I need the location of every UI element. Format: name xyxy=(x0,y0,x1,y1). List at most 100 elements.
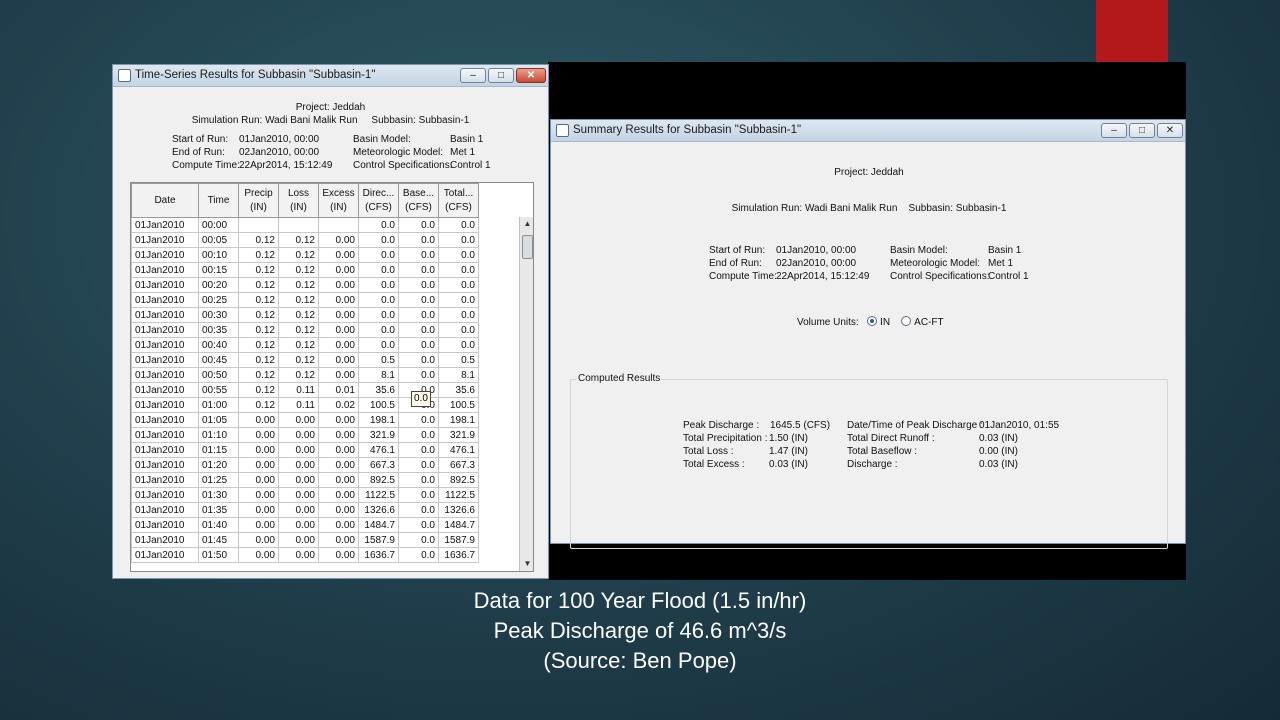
table-cell[interactable]: 0.12 xyxy=(278,277,319,293)
table-cell[interactable]: 321.9 xyxy=(438,427,479,443)
table-cell[interactable]: 100.5 xyxy=(358,397,399,413)
table-cell[interactable]: 0.0 xyxy=(358,262,399,278)
table-cell[interactable]: 0.0 xyxy=(438,322,479,338)
table-cell[interactable]: 01Jan2010 xyxy=(131,337,199,353)
table-cell[interactable]: 0.12 xyxy=(238,307,279,323)
table-cell[interactable]: 0.00 xyxy=(318,502,359,518)
table-cell[interactable]: 01:35 xyxy=(198,502,239,518)
column-header[interactable]: Base... (CFS) xyxy=(398,183,439,218)
table-cell[interactable]: 1484.7 xyxy=(438,517,479,533)
table-cell[interactable]: 0.00 xyxy=(318,292,359,308)
table-cell[interactable]: 01:50 xyxy=(198,547,239,563)
table-cell[interactable]: 01Jan2010 xyxy=(131,502,199,518)
table-cell[interactable]: 0.0 xyxy=(398,547,439,563)
table-cell[interactable]: 0.12 xyxy=(238,367,279,383)
table-cell[interactable] xyxy=(238,217,279,233)
table-cell[interactable]: 01Jan2010 xyxy=(131,487,199,503)
table-cell[interactable]: 892.5 xyxy=(358,472,399,488)
table-cell[interactable]: 0.12 xyxy=(238,292,279,308)
table-cell[interactable]: 0.12 xyxy=(238,382,279,398)
table-cell[interactable]: 0.0 xyxy=(398,217,439,233)
table-cell[interactable]: 01:20 xyxy=(198,457,239,473)
table-cell[interactable]: 0.0 xyxy=(398,262,439,278)
table-cell[interactable]: 0.00 xyxy=(318,472,359,488)
table-cell[interactable]: 0.00 xyxy=(318,427,359,443)
table-cell[interactable]: 0.0 xyxy=(398,277,439,293)
table-cell[interactable]: 0.12 xyxy=(278,322,319,338)
column-header[interactable]: Precip (IN) xyxy=(238,183,279,218)
table-cell[interactable]: 0.0 xyxy=(358,217,399,233)
table-cell[interactable]: 0.12 xyxy=(238,322,279,338)
table-cell[interactable]: 0.00 xyxy=(318,247,359,263)
table-cell[interactable]: 1587.9 xyxy=(358,532,399,548)
table-cell[interactable]: 00:45 xyxy=(198,352,239,368)
table-cell[interactable]: 321.9 xyxy=(358,427,399,443)
table-cell[interactable]: 0.00 xyxy=(278,547,319,563)
table-cell[interactable]: 01Jan2010 xyxy=(131,277,199,293)
column-header[interactable]: Loss (IN) xyxy=(278,183,319,218)
table-cell[interactable]: 00:35 xyxy=(198,322,239,338)
table-cell[interactable] xyxy=(318,217,359,233)
column-header[interactable]: Total... (CFS) xyxy=(438,183,479,218)
table-cell[interactable]: 0.00 xyxy=(318,277,359,293)
table-cell[interactable]: 0.0 xyxy=(438,337,479,353)
table-cell[interactable]: 01Jan2010 xyxy=(131,397,199,413)
table-cell[interactable]: 0.0 xyxy=(398,442,439,458)
table-cell[interactable]: 476.1 xyxy=(358,442,399,458)
table-cell[interactable]: 01Jan2010 xyxy=(131,382,199,398)
table-cell[interactable]: 0.12 xyxy=(278,307,319,323)
table-cell[interactable]: 0.12 xyxy=(278,292,319,308)
table-cell[interactable]: 0.00 xyxy=(278,412,319,428)
table-cell[interactable]: 0.00 xyxy=(238,457,279,473)
table-cell[interactable]: 0.00 xyxy=(318,232,359,248)
table-cell[interactable]: 00:40 xyxy=(198,337,239,353)
table-cell[interactable]: 0.0 xyxy=(398,292,439,308)
table-cell[interactable]: 1122.5 xyxy=(358,487,399,503)
table-cell[interactable]: 0.0 xyxy=(438,262,479,278)
ts-vertical-scrollbar[interactable]: ▲ ▼ xyxy=(519,217,533,571)
table-cell[interactable]: 0.00 xyxy=(318,442,359,458)
table-cell[interactable]: 0.00 xyxy=(238,502,279,518)
close-button[interactable]: ✕ xyxy=(516,68,546,83)
table-cell[interactable]: 0.0 xyxy=(398,337,439,353)
table-cell[interactable]: 00:15 xyxy=(198,262,239,278)
table-cell[interactable]: 0.0 xyxy=(398,487,439,503)
table-cell[interactable]: 0.00 xyxy=(278,442,319,458)
maximize-button[interactable]: □ xyxy=(1129,123,1155,138)
radio-selected-icon[interactable] xyxy=(867,316,878,326)
table-cell[interactable]: 198.1 xyxy=(358,412,399,428)
table-cell[interactable]: 0.00 xyxy=(318,412,359,428)
maximize-button[interactable]: □ xyxy=(488,68,514,83)
table-cell[interactable]: 01Jan2010 xyxy=(131,262,199,278)
table-cell[interactable]: 0.0 xyxy=(358,232,399,248)
table-cell[interactable]: 0.0 xyxy=(438,307,479,323)
table-cell[interactable]: 35.6 xyxy=(438,382,479,398)
table-cell[interactable]: 01Jan2010 xyxy=(131,307,199,323)
table-cell[interactable]: 0.00 xyxy=(238,487,279,503)
radio-unselected-icon[interactable] xyxy=(901,316,912,326)
table-cell[interactable]: 0.00 xyxy=(278,532,319,548)
table-cell[interactable]: 01Jan2010 xyxy=(131,457,199,473)
table-cell[interactable]: 0.00 xyxy=(318,352,359,368)
table-cell[interactable]: 0.00 xyxy=(318,547,359,563)
table-cell[interactable]: 0.00 xyxy=(318,337,359,353)
table-cell[interactable]: 01:00 xyxy=(198,397,239,413)
table-cell[interactable]: 0.11 xyxy=(278,397,319,413)
table-cell[interactable]: 1636.7 xyxy=(358,547,399,563)
table-cell[interactable]: 35.6 xyxy=(358,382,399,398)
table-cell[interactable]: 0.0 xyxy=(398,457,439,473)
table-cell[interactable]: 0.02 xyxy=(318,397,359,413)
table-cell[interactable]: 0.00 xyxy=(238,412,279,428)
column-header[interactable]: Direc... (CFS) xyxy=(358,183,399,218)
table-cell[interactable]: 01Jan2010 xyxy=(131,247,199,263)
table-cell[interactable]: 0.00 xyxy=(318,322,359,338)
table-cell[interactable]: 01Jan2010 xyxy=(131,217,199,233)
table-cell[interactable]: 0.00 xyxy=(318,487,359,503)
table-cell[interactable]: 0.00 xyxy=(318,262,359,278)
table-cell[interactable]: 0.0 xyxy=(398,502,439,518)
table-cell[interactable]: 100.5 xyxy=(438,397,479,413)
table-cell[interactable]: 0.00 xyxy=(238,427,279,443)
column-header[interactable]: Time xyxy=(198,183,239,218)
table-cell[interactable]: 01Jan2010 xyxy=(131,517,199,533)
table-cell[interactable]: 0.00 xyxy=(278,427,319,443)
